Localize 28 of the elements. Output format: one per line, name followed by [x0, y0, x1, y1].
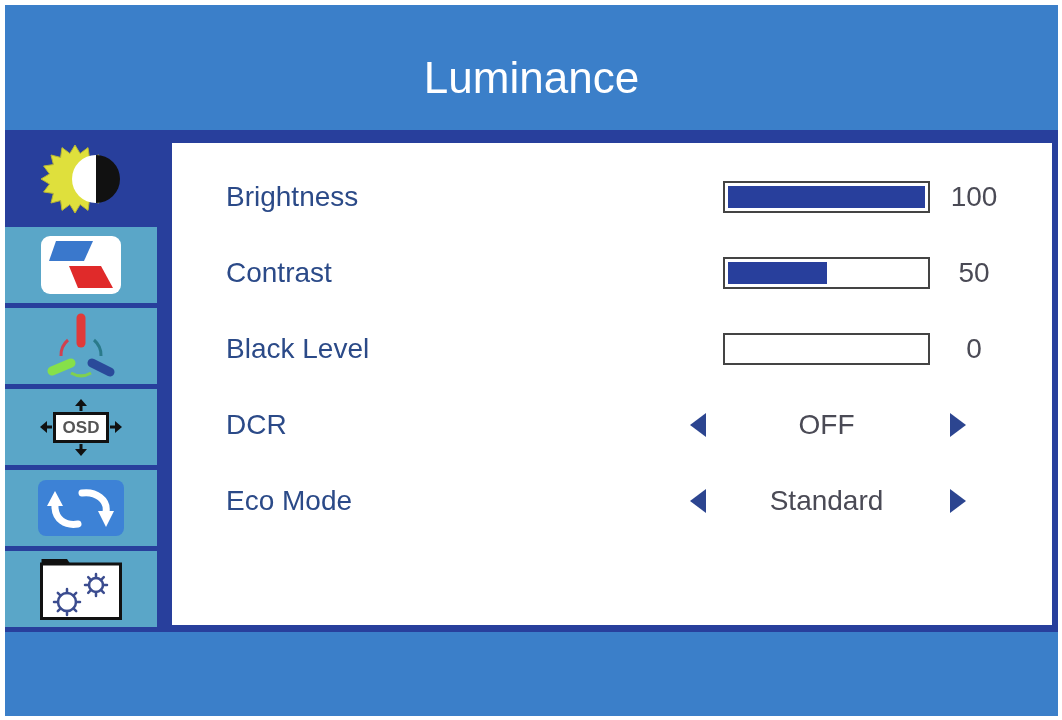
slider-value: 50 [957, 257, 991, 289]
refresh-icon [38, 480, 124, 536]
setting-label: DCR [226, 409, 287, 441]
option-value: OFF [798, 409, 855, 441]
left-arrow-icon[interactable] [690, 489, 706, 513]
sun-moon-icon [41, 142, 121, 215]
osd-label: OSD [52, 411, 110, 443]
right-arrow-icon [110, 421, 123, 433]
menu-title: Luminance [423, 52, 640, 103]
setting-label: Brightness [226, 181, 359, 213]
sidebar-item[interactable]: OSD [5, 389, 157, 465]
slider-track[interactable] [723, 257, 930, 289]
left-arrow-icon[interactable] [690, 413, 706, 437]
slider-value: 0 [965, 333, 983, 365]
down-arrow-icon [75, 443, 87, 456]
sidebar-item[interactable] [5, 551, 157, 627]
setting-label: Black Level [226, 333, 370, 365]
gear-folder-icon [40, 558, 122, 620]
setting-label: Contrast [226, 257, 332, 289]
right-arrow-icon[interactable] [950, 413, 966, 437]
slider-value: 100 [950, 181, 998, 213]
right-arrow-icon[interactable] [950, 489, 966, 513]
slider-track[interactable] [723, 333, 930, 365]
up-arrow-icon [75, 398, 87, 411]
setting-label: Eco Mode [226, 485, 353, 517]
left-arrow-icon [39, 421, 52, 433]
option-value: Standard [769, 485, 884, 517]
shapes-icon [41, 236, 121, 294]
